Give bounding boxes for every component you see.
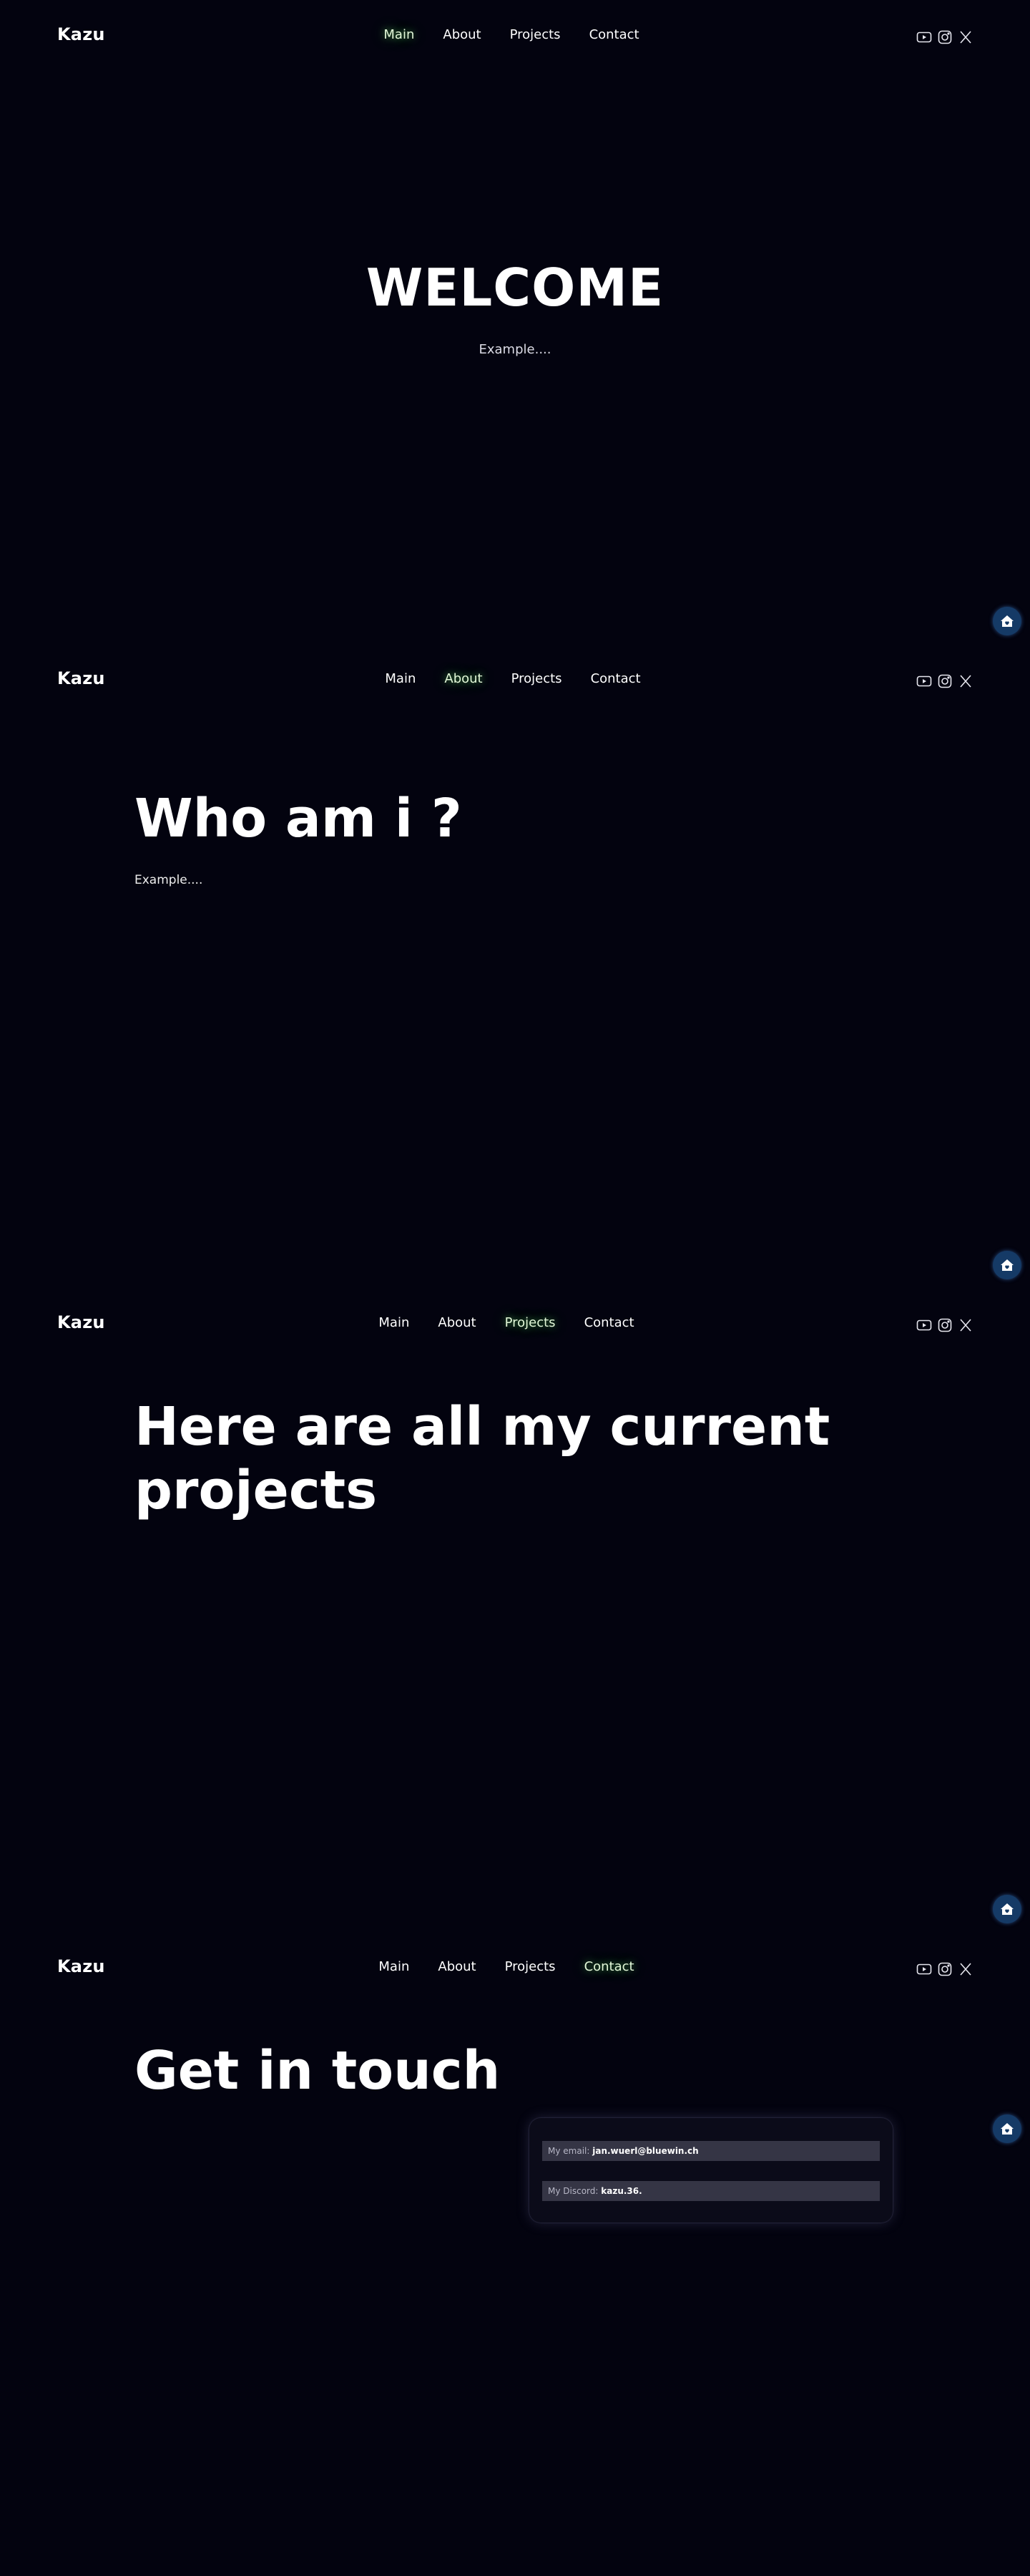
youtube-icon[interactable]: [916, 1961, 933, 1978]
x-icon[interactable]: [957, 1317, 974, 1334]
nav-about[interactable]: About: [444, 671, 482, 686]
discord-label: My Discord:: [548, 2186, 599, 2196]
nav-contact[interactable]: Contact: [584, 1315, 634, 1330]
home-button[interactable]: [993, 1251, 1021, 1279]
home-icon: [1001, 2123, 1014, 2135]
projects-title-line1: Here are all my current: [134, 1396, 830, 1458]
projects-title-line2: projects: [134, 1459, 378, 1521]
contact-card: My email: jan.wuerl@bluewin.ch My Discor…: [529, 2118, 893, 2223]
section-projects: Kazu Main About Projects Contact Here ar…: [0, 1288, 1030, 1932]
home-icon: [1001, 615, 1014, 627]
section-main: Kazu Main About Projects Contact WELCOME…: [0, 0, 1030, 644]
youtube-icon[interactable]: [916, 1317, 933, 1334]
instagram-icon[interactable]: [936, 1961, 953, 1978]
x-icon[interactable]: [957, 1961, 974, 1978]
about-title: Who am i ?: [134, 788, 462, 849]
nav-main[interactable]: Main: [385, 671, 416, 686]
nav-main[interactable]: Main: [383, 27, 414, 42]
discord-value[interactable]: kazu.36.: [601, 2186, 642, 2196]
navbar: Kazu Main About Projects Contact: [0, 0, 1030, 72]
instagram-icon[interactable]: [936, 1317, 953, 1334]
nav-contact[interactable]: Contact: [584, 1959, 634, 1974]
discord-row[interactable]: My Discord: kazu.36.: [542, 2181, 880, 2201]
nav-links: Main About Projects Contact: [0, 671, 1028, 686]
home-icon: [1001, 1903, 1014, 1915]
instagram-icon[interactable]: [936, 29, 953, 46]
social-links: [916, 673, 974, 690]
about-subtitle: Example....: [134, 873, 203, 887]
hero-subtitle: Example....: [479, 342, 551, 357]
nav-links: Main About Projects Contact: [0, 1315, 1021, 1330]
email-label: My email:: [548, 2146, 590, 2156]
nav-contact[interactable]: Contact: [591, 671, 641, 686]
youtube-icon[interactable]: [916, 673, 933, 690]
nav-projects[interactable]: Projects: [511, 671, 562, 686]
nav-about[interactable]: About: [443, 27, 481, 42]
nav-main[interactable]: Main: [378, 1959, 409, 1974]
home-icon: [1001, 1259, 1014, 1271]
nav-projects[interactable]: Projects: [505, 1315, 556, 1330]
navbar: Kazu Main About Projects Contact: [0, 644, 1030, 716]
x-icon[interactable]: [957, 29, 974, 46]
navbar: Kazu Main About Projects Contact: [0, 1288, 1030, 1360]
home-button[interactable]: [993, 1895, 1021, 1923]
projects-title: Here are all my current projects: [134, 1395, 921, 1523]
contact-title: Get in touch: [134, 2040, 501, 2102]
email-value[interactable]: jan.wuerl@bluewin.ch: [592, 2146, 698, 2156]
section-about: Kazu Main About Projects Contact Who am …: [0, 644, 1030, 1288]
home-button[interactable]: [993, 607, 1021, 635]
youtube-icon[interactable]: [916, 29, 933, 46]
social-links: [916, 1317, 974, 1334]
x-icon[interactable]: [957, 673, 974, 690]
nav-links: Main About Projects Contact: [0, 1959, 1021, 1974]
hero-title: WELCOME: [366, 258, 664, 318]
social-links: [916, 29, 974, 46]
social-links: [916, 1961, 974, 1978]
nav-projects[interactable]: Projects: [505, 1959, 556, 1974]
navbar: Kazu Main About Projects Contact: [0, 1932, 1030, 2004]
home-button[interactable]: [993, 2114, 1021, 2143]
email-row[interactable]: My email: jan.wuerl@bluewin.ch: [542, 2141, 880, 2161]
nav-about[interactable]: About: [438, 1315, 476, 1330]
nav-contact[interactable]: Contact: [589, 27, 639, 42]
instagram-icon[interactable]: [936, 673, 953, 690]
nav-projects[interactable]: Projects: [510, 27, 561, 42]
nav-links: Main About Projects Contact: [0, 27, 1026, 42]
section-contact: Kazu Main About Projects Contact Get in …: [0, 1932, 1030, 2576]
nav-about[interactable]: About: [438, 1959, 476, 1974]
nav-main[interactable]: Main: [378, 1315, 409, 1330]
